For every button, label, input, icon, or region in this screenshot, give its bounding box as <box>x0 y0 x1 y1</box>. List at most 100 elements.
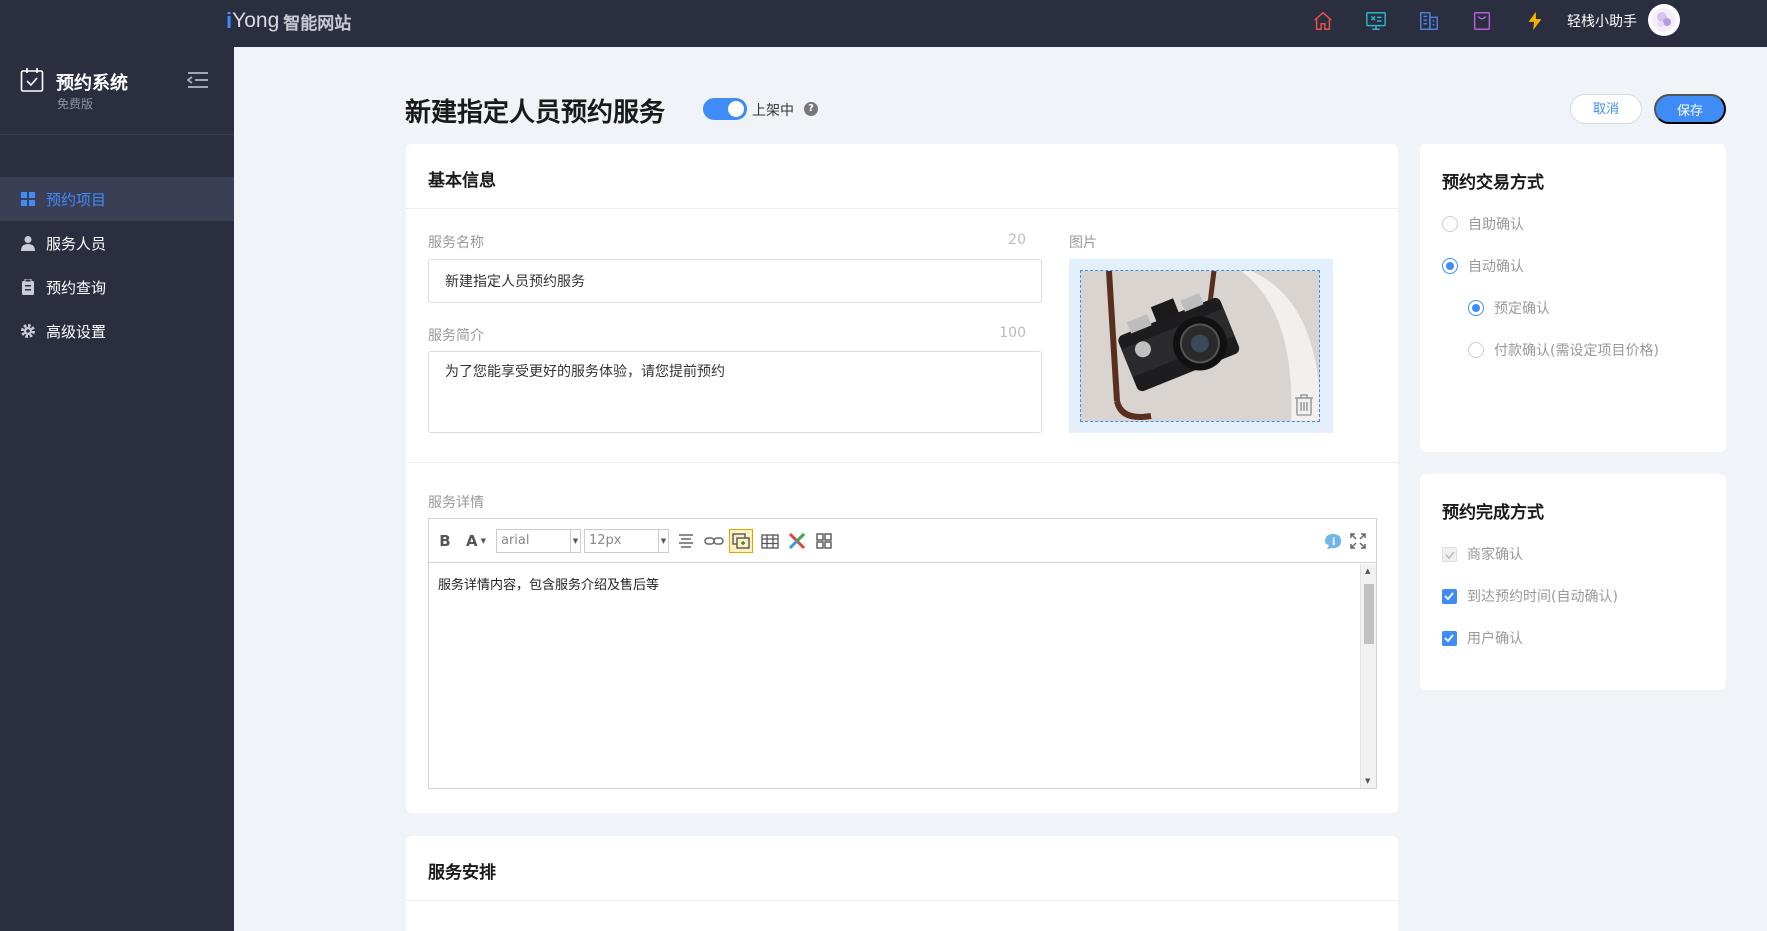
section-title-schedule: 服务安排 <box>428 863 496 883</box>
service-intro-limit: 100 <box>999 325 1026 341</box>
sidebar-item-label: 高级设置 <box>46 322 107 341</box>
section-title-basic: 基本信息 <box>428 171 496 191</box>
font-size-select[interactable]: 12px ▼ <box>584 529 669 553</box>
editor-scrollbar[interactable]: ▲ ▼ <box>1360 564 1376 788</box>
option-auto-confirm[interactable]: 自动确认 <box>1442 256 1524 276</box>
chevron-down-icon: ▼ <box>480 537 486 545</box>
svg-text:i: i <box>1332 537 1335 548</box>
status-label: 上架中 <box>752 103 794 119</box>
scroll-down-icon[interactable]: ▼ <box>1365 777 1370 785</box>
option-merchant-confirm: 商家确认 <box>1442 544 1523 564</box>
sidebar-nav: 预约项目 服务人员 预约查询 高级设置 <box>0 177 234 353</box>
service-name-limit: 20 <box>1008 232 1026 248</box>
sidebar-item-settings[interactable]: 高级设置 <box>0 309 234 353</box>
image-upload-box[interactable] <box>1069 259 1333 433</box>
service-detail-label: 服务详情 <box>428 495 484 511</box>
plugin-icon[interactable] <box>787 531 807 551</box>
image-label: 图片 <box>1069 235 1097 251</box>
lightning-icon[interactable] <box>1522 8 1548 34</box>
sidebar-item-query[interactable]: 预约查询 <box>0 265 234 309</box>
grid-icon <box>21 192 35 206</box>
sidebar-item-staff[interactable]: 服务人员 <box>0 221 234 265</box>
font-color-button[interactable]: A ▼ <box>463 531 489 551</box>
option-label: 预定确认 <box>1494 301 1550 317</box>
option-self-confirm[interactable]: 自助确认 <box>1442 214 1524 234</box>
basic-info-card: 基本信息 服务名称 20 服务简介 100 为了您能享受更好的服务体验，请您提前… <box>406 144 1398 813</box>
layout-icon[interactable] <box>814 531 834 551</box>
rich-text-editor: B A ▼ arial ▼ 12px ▼ i 服务详情内容，包含服务介绍及售后等… <box>428 518 1377 789</box>
divider <box>406 462 1398 463</box>
service-intro-label: 服务简介 <box>428 328 484 344</box>
insert-image-icon[interactable] <box>729 529 753 553</box>
home-icon[interactable] <box>1310 8 1336 34</box>
option-label: 自动确认 <box>1468 259 1524 275</box>
clipboard-icon <box>22 279 34 295</box>
building-icon[interactable] <box>1416 8 1442 34</box>
option-label: 付款确认(需设定项目价格) <box>1494 343 1659 359</box>
save-button[interactable]: 保存 <box>1654 94 1726 124</box>
radio-on[interactable] <box>1442 258 1458 274</box>
chevron-down-icon: ▼ <box>570 530 580 552</box>
system-title: 预约系统 <box>56 73 128 94</box>
link-icon[interactable] <box>704 531 724 551</box>
chevron-down-icon: ▼ <box>658 530 668 552</box>
radio-on[interactable] <box>1468 300 1484 316</box>
align-icon[interactable] <box>677 531 695 551</box>
bag-icon[interactable] <box>1469 8 1495 34</box>
cancel-button[interactable]: 取消 <box>1570 94 1642 124</box>
avatar[interactable] <box>1648 4 1680 36</box>
sidebar-item-label: 预约项目 <box>46 190 107 209</box>
gear-icon <box>21 324 35 338</box>
section-title-transaction: 预约交易方式 <box>1442 173 1544 193</box>
divider <box>406 208 1398 209</box>
radio-off[interactable] <box>1442 216 1458 232</box>
option-label: 商家确认 <box>1467 547 1523 563</box>
sidebar-item-label: 预约查询 <box>46 278 107 297</box>
checkbox-checked[interactable] <box>1442 630 1457 646</box>
status-toggle[interactable] <box>703 98 747 120</box>
menu-collapse-icon[interactable] <box>187 71 209 89</box>
scroll-up-icon[interactable]: ▲ <box>1365 567 1370 575</box>
monitor-icon[interactable] <box>1363 8 1389 34</box>
font-family-value: arial <box>501 533 530 548</box>
logo-brand: Yong <box>232 9 280 32</box>
section-title-completion: 预约完成方式 <box>1442 503 1544 523</box>
checkbox-disabled <box>1442 546 1457 562</box>
service-intro-textarea[interactable]: 为了您能享受更好的服务体验，请您提前预约 <box>428 351 1042 433</box>
editor-content[interactable]: 服务详情内容，包含服务介绍及售后等 <box>429 564 1359 788</box>
sidebar-item-label: 服务人员 <box>46 234 107 253</box>
page-title: 新建指定人员预约服务 <box>405 98 666 128</box>
divider <box>406 900 1398 901</box>
radio-off[interactable] <box>1468 342 1484 358</box>
table-icon[interactable] <box>760 531 780 551</box>
brand-logo[interactable]: i Yong 智能网站 <box>226 8 351 34</box>
info-icon[interactable]: i <box>1322 531 1344 551</box>
trash-icon[interactable] <box>1293 393 1315 417</box>
completion-method-card: 预约完成方式 商家确认 到达预约时间(自动确认) 用户确认 <box>1420 474 1726 690</box>
checkbox-checked[interactable] <box>1442 588 1457 604</box>
user-icon <box>21 236 35 251</box>
service-image <box>1080 270 1320 422</box>
camera-image <box>1081 271 1319 421</box>
bold-button[interactable]: B <box>437 531 453 551</box>
logo-cn: 智能网站 <box>283 13 352 34</box>
service-name-input[interactable] <box>428 259 1042 303</box>
help-icon[interactable]: ? <box>804 102 818 116</box>
system-header: 预约系统 免费版 <box>0 47 234 135</box>
option-user-confirm[interactable]: 用户确认 <box>1442 628 1523 648</box>
font-family-select[interactable]: arial ▼ <box>496 529 581 553</box>
sidebar: 预约系统 免费版 预约项目 服务人员 预约查询 高级设置 <box>0 47 234 931</box>
option-reserve-confirm[interactable]: 预定确认 <box>1468 298 1550 318</box>
fullscreen-icon[interactable] <box>1349 531 1367 551</box>
option-payment-confirm[interactable]: 付款确认(需设定项目价格) <box>1468 340 1659 360</box>
option-arrival-time[interactable]: 到达预约时间(自动确认) <box>1442 586 1618 606</box>
top-bar: i Yong 智能网站 轻栈小助手 <box>0 0 1767 47</box>
transaction-method-card: 预约交易方式 自助确认 自动确认 预定确认 付款确认(需设定项目价格) <box>1420 144 1726 452</box>
top-icon-group <box>1310 8 1575 34</box>
calendar-check-icon <box>20 68 44 92</box>
assistant-link[interactable]: 轻栈小助手 <box>1567 11 1637 31</box>
font-size-value: 12px <box>589 533 622 548</box>
sidebar-item-booking-projects[interactable]: 预约项目 <box>0 177 234 221</box>
option-label: 用户确认 <box>1467 631 1523 647</box>
scroll-thumb[interactable] <box>1364 584 1374 644</box>
